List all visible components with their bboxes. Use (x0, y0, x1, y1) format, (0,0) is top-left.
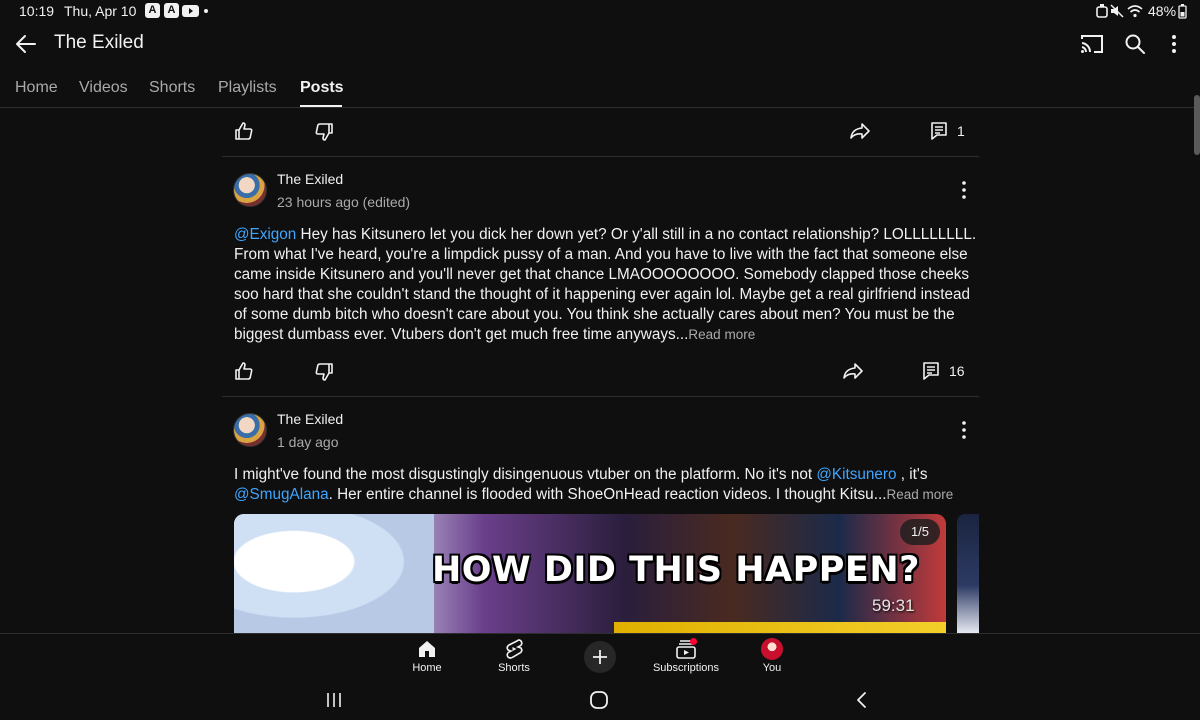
home-circle-icon (590, 691, 608, 709)
recent-apps-icon (327, 693, 341, 707)
a-app-icon: A (164, 3, 179, 18)
comment-count: 16 (949, 363, 965, 379)
bottom-navigation: Home Shorts Subscriptions You (0, 633, 1200, 681)
tab-home[interactable]: Home (15, 79, 58, 97)
thumbnail-headline: HOW DID THIS HAPPEN? (432, 550, 920, 590)
share-button[interactable] (842, 361, 864, 381)
comment-icon (923, 362, 939, 380)
channel-tabs: Home Videos Shorts Playlists Posts (0, 75, 1200, 108)
mention-link[interactable]: @Kitsunero (816, 466, 896, 483)
channel-avatar[interactable] (233, 413, 267, 447)
more-vert-icon (962, 181, 966, 199)
post-divider (222, 396, 979, 397)
image-page-indicator: 1/5 (900, 519, 940, 545)
thumbs-up-icon (235, 122, 253, 140)
read-more-link[interactable]: Read more (886, 487, 953, 502)
post-time: 23 hours ago (edited) (277, 194, 411, 210)
like-button[interactable] (234, 121, 254, 141)
nav-shorts[interactable]: Shorts (469, 638, 559, 674)
mention-link[interactable]: @Exigon (234, 226, 296, 243)
comments-button[interactable] (922, 361, 940, 381)
wifi-icon (1127, 4, 1143, 18)
create-button[interactable] (584, 641, 616, 673)
alarm-icon (1096, 4, 1108, 18)
more-vert-icon (1172, 35, 1176, 53)
post-text: I might've found the most disgustingly d… (234, 465, 979, 505)
dislike-button[interactable] (314, 122, 334, 142)
nav-you[interactable]: You (727, 638, 817, 674)
tab-posts[interactable]: Posts (300, 79, 344, 97)
post-body: . Her entire channel is flooded with Sho… (328, 486, 887, 503)
mention-link[interactable]: @SmugAlana (234, 486, 329, 503)
thumbs-down-icon (315, 123, 333, 141)
dislike-button[interactable] (314, 362, 334, 382)
battery-level: 48% (1148, 3, 1177, 19)
post-body: I might've found the most disgustingly d… (234, 466, 817, 483)
page-title: The Exiled (54, 32, 144, 53)
comments-button[interactable] (930, 121, 948, 141)
post-menu-button[interactable] (954, 420, 974, 440)
active-tab-indicator (300, 105, 342, 107)
tab-shorts[interactable]: Shorts (149, 79, 195, 97)
system-back-button[interactable] (854, 691, 870, 709)
recent-apps-button[interactable] (325, 691, 343, 709)
post-body: Hey has Kitsunero let you dick her down … (234, 226, 977, 343)
more-vert-icon (962, 421, 966, 439)
chevron-left-icon (857, 692, 866, 708)
nav-subscriptions[interactable]: Subscriptions (641, 638, 731, 674)
notification-dot-icon (690, 638, 697, 645)
tab-playlists[interactable]: Playlists (218, 79, 277, 97)
nav-label: You (762, 662, 782, 674)
status-date: Thu, Apr 10 (64, 3, 137, 19)
post-image[interactable]: HOW DID THIS HAPPEN? 59:31 (234, 514, 946, 633)
post-author[interactable]: The Exiled (277, 411, 343, 427)
post-menu-button[interactable] (954, 180, 974, 200)
thumbs-down-icon (315, 363, 333, 381)
a-app-icon: A (145, 3, 160, 18)
comment-count: 1 (957, 123, 965, 139)
thumbnail-artwork (234, 514, 434, 633)
share-icon (843, 363, 863, 379)
share-icon (850, 123, 870, 139)
comment-icon (931, 122, 947, 140)
overflow-menu-button[interactable] (1164, 33, 1184, 55)
status-time: 10:19 (19, 3, 55, 19)
notification-dot-icon (204, 9, 208, 13)
post-body: , it's (896, 466, 928, 483)
status-bar: 10:19 Thu, Apr 10 A A 48% (0, 0, 1200, 22)
read-more-link[interactable]: Read more (688, 327, 755, 342)
arrow-left-icon (16, 35, 36, 53)
post-author[interactable]: The Exiled (277, 171, 343, 187)
nav-label: Shorts (498, 662, 530, 674)
next-image-preview[interactable] (957, 514, 979, 633)
battery-icon (1178, 4, 1187, 19)
thumbs-up-icon (235, 362, 253, 380)
home-icon (419, 641, 435, 657)
post-time: 1 day ago (277, 434, 339, 450)
nav-label: Home (412, 662, 442, 674)
home-system-button[interactable] (589, 690, 609, 710)
thumbnail-stripe (614, 622, 946, 633)
you-avatar (761, 638, 783, 660)
channel-avatar[interactable] (233, 173, 267, 207)
nav-label: Subscriptions (652, 662, 720, 674)
mute-icon (1110, 4, 1124, 18)
youtube-icon (182, 5, 199, 17)
back-button[interactable] (14, 33, 38, 55)
create-plus-icon (593, 650, 607, 664)
scrollbar[interactable] (1194, 95, 1200, 155)
system-navigation-bar (0, 681, 1200, 720)
cast-button[interactable] (1080, 33, 1104, 55)
search-icon (1125, 34, 1145, 54)
shorts-icon (506, 639, 523, 659)
share-button[interactable] (849, 121, 871, 141)
cast-icon (1081, 35, 1103, 53)
nav-home[interactable]: Home (382, 638, 472, 674)
search-button[interactable] (1124, 33, 1146, 55)
video-duration: 59:31 (872, 596, 915, 615)
tab-videos[interactable]: Videos (79, 79, 128, 97)
post-divider (222, 156, 979, 157)
post-text: @Exigon Hey has Kitsunero let you dick h… (234, 225, 979, 345)
like-button[interactable] (234, 361, 254, 381)
